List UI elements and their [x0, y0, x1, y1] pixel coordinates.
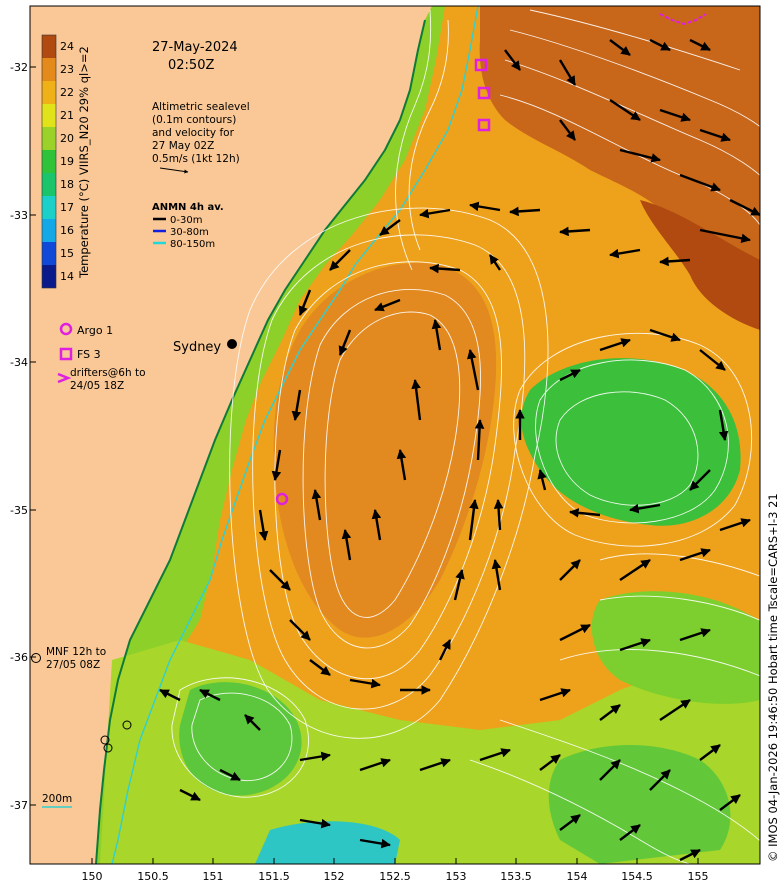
- argo-legend-label: Argo 1: [77, 324, 113, 337]
- lon-tick-label: 154.5: [621, 870, 653, 883]
- colorbar-tick: 22: [60, 86, 74, 99]
- lon-tick-label: 152: [324, 870, 345, 883]
- colorbar-swatch: [42, 196, 56, 219]
- map-time: 02:50Z: [168, 58, 214, 73]
- drifter-legend-label: drifters@6h to: [70, 367, 146, 379]
- anmn-label: 80-150m: [170, 239, 215, 250]
- colorbar-swatch: [42, 58, 56, 81]
- credit-text: © IMOS 04-Jan-2026 19:46:50 Hobart time …: [766, 493, 780, 862]
- colorbar-label: Temperature (°C) VIIRS_N20 29% ql>=2: [77, 46, 91, 279]
- colorbar-swatch: [42, 104, 56, 127]
- lon-tick-label: 153: [446, 870, 467, 883]
- lon-tick-label: 150.5: [137, 870, 169, 883]
- mnf-legend-label: MNF 12h to: [46, 646, 106, 658]
- colorbar: 24 23 22 21 20 19 18 17 16 15 14 Tempera…: [41, 34, 91, 289]
- altimetry-line: 0.5m/s (1kt 12h): [152, 153, 240, 165]
- colorbar-tick: 19: [60, 155, 74, 168]
- altimetry-line: (0.1m contours): [152, 114, 236, 126]
- colorbar-swatch: [42, 219, 56, 242]
- drifter-legend-label: 24/05 18Z: [70, 380, 124, 392]
- colorbar-tick: 18: [60, 178, 74, 191]
- mnf-legend-label: 27/05 08Z: [46, 659, 100, 671]
- lat-tick-label: -34: [10, 356, 28, 369]
- anmn-label: 30-80m: [170, 227, 209, 238]
- lon-tick-label: 152.5: [379, 870, 411, 883]
- colorbar-swatch: [42, 35, 56, 58]
- colorbar-tick: 23: [60, 63, 74, 76]
- sydney-marker: [227, 339, 237, 349]
- lon-tick-labels: 150 150.5 151 151.5 152 152.5 153 153.5 …: [82, 870, 709, 883]
- altimetry-line: Altimetric sealevel: [152, 101, 250, 113]
- lat-tick-label: -36: [10, 651, 28, 664]
- colorbar-tick: 14: [60, 270, 74, 283]
- colorbar-swatch: [42, 127, 56, 150]
- lat-tick-label: -37: [10, 799, 28, 812]
- sydney-label: Sydney: [173, 340, 221, 355]
- colorbar-swatch: [42, 265, 56, 288]
- altimetry-line: 27 May 02Z: [152, 140, 214, 152]
- colorbar-swatch: [42, 242, 56, 265]
- lat-tick-label: -35: [10, 504, 28, 517]
- lon-tick-label: 154: [567, 870, 588, 883]
- fs-legend-label: FS 3: [77, 348, 101, 361]
- colorbar-swatch: [42, 173, 56, 196]
- colorbar-tick: 21: [60, 109, 74, 122]
- lat-tick-label: -33: [10, 209, 28, 222]
- lon-tick-label: 151: [203, 870, 224, 883]
- colorbar-tick: 16: [60, 224, 74, 237]
- lat-tick-label: -32: [10, 61, 28, 74]
- colorbar-tick: 17: [60, 201, 74, 214]
- sst-map: 150 150.5 151 151.5 152 152.5 153 153.5 …: [10, 5, 780, 883]
- colorbar-tick: 15: [60, 247, 74, 260]
- colorbar-swatch: [42, 81, 56, 104]
- isobath-label: 200m: [42, 793, 72, 805]
- colorbar-tick: 20: [60, 132, 74, 145]
- colorbar-swatch: [42, 150, 56, 173]
- anmn-label: 0-30m: [170, 215, 202, 226]
- colorbar-tick: 24: [60, 40, 74, 53]
- lon-tick-label: 150: [82, 870, 103, 883]
- lon-tick-label: 153.5: [500, 870, 532, 883]
- lat-tick-labels: -32 -33 -34 -35 -36 -37: [10, 61, 28, 812]
- lon-tick-label: 151.5: [258, 870, 290, 883]
- altimetry-line: and velocity for: [152, 127, 235, 139]
- anmn-title: ANMN 4h av.: [152, 202, 224, 213]
- lon-tick-label: 155: [688, 870, 709, 883]
- map-plot-area: [30, 6, 760, 864]
- map-date: 27-May-2024: [152, 40, 238, 55]
